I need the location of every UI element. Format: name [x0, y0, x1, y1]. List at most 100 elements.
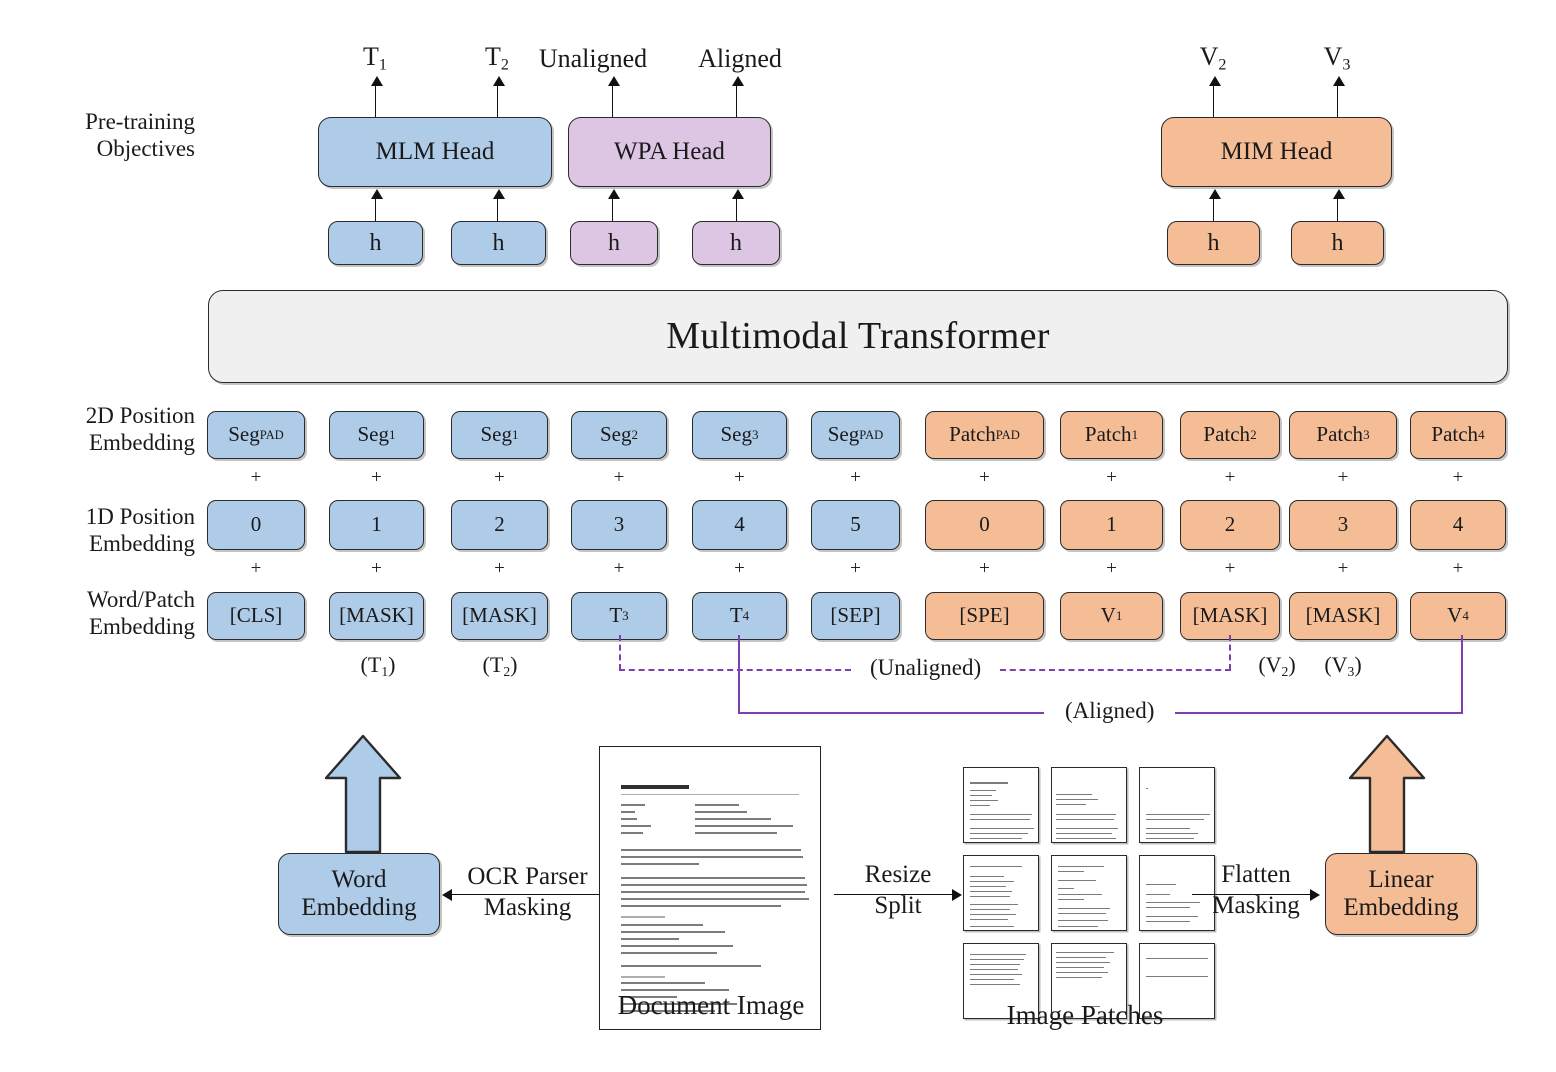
token-wordpatch-col3[interactable]: T3	[571, 592, 667, 640]
token-pos1d-col10[interactable]: 4	[1410, 500, 1506, 550]
multimodal-transformer-box[interactable]: Multimodal Transformer	[208, 290, 1508, 383]
token-pos2d-col9[interactable]: Patch 3	[1289, 411, 1397, 459]
mim-head-box[interactable]: MIM Head	[1161, 117, 1392, 187]
unaligned-connector-right-run	[1000, 669, 1231, 671]
flatten-line2: Masking	[1212, 891, 1300, 919]
arrow-mim-to-v3	[1332, 76, 1345, 118]
mlm-head-label: MLM Head	[375, 138, 495, 165]
image-patch-r0-c1[interactable]	[1051, 767, 1127, 843]
plus-sign-pos1d-col3: +	[613, 558, 625, 579]
token-wordpatch-col1[interactable]: [MASK]	[329, 592, 424, 640]
plus-sign-pos2d-col10: +	[1452, 467, 1464, 488]
output-label-aligned: Aligned	[698, 44, 782, 73]
aligned-connector-label: (Aligned)	[1057, 698, 1163, 724]
token-base: T	[609, 603, 623, 628]
plus-sign-pos1d-col6: +	[979, 558, 990, 579]
token-subscript: 3	[1363, 426, 1370, 442]
word-embedding-line2: Embedding	[301, 894, 417, 921]
token-wordpatch-col7[interactable]: V1	[1060, 592, 1163, 640]
arrow-h1-to-mlm	[370, 189, 383, 222]
output-label-t2-sub: 2	[500, 56, 509, 74]
token-pos1d-col0[interactable]: 0	[207, 500, 305, 550]
token-base: Seg	[827, 422, 860, 447]
token-pos2d-col2[interactable]: Seg 1	[451, 411, 548, 459]
image-patches-caption: Image Patches	[1006, 1000, 1164, 1030]
token-wordpatch-col6[interactable]: [SPE]	[925, 592, 1044, 640]
token-wordpatch-col4[interactable]: T4	[692, 592, 787, 640]
arrow-h4-to-wpa	[731, 189, 744, 222]
plus-sign-pos1d-col10: +	[1452, 558, 1464, 579]
mlm-head-box[interactable]: MLM Head	[318, 117, 552, 187]
unaligned-connector-right-stub	[1229, 635, 1231, 670]
token-pos1d-col4[interactable]: 4	[692, 500, 787, 550]
token-base: 0	[250, 512, 262, 537]
token-pos1d-col2[interactable]: 2	[451, 500, 548, 550]
token-wordpatch-col2[interactable]: [MASK]	[451, 592, 548, 640]
output-label-v2: V2	[1199, 42, 1227, 74]
token-pos2d-col7[interactable]: Patch 1	[1060, 411, 1163, 459]
row-label-wordpatch-line1: Word/Patch	[86, 587, 195, 612]
word-embedding-box[interactable]: Word Embedding	[278, 853, 440, 935]
image-patch-r1-c0[interactable]	[963, 855, 1039, 931]
token-pos1d-col5[interactable]: 5	[811, 500, 900, 550]
linear-embedding-box[interactable]: Linear Embedding	[1325, 853, 1477, 935]
token-base: 1	[1106, 512, 1117, 537]
token-pos2d-col6[interactable]: Patch PAD	[925, 411, 1044, 459]
token-pos1d-col6[interactable]: 0	[925, 500, 1044, 550]
token-pos2d-col4[interactable]: Seg 3	[692, 411, 787, 459]
image-patch-r0-c2[interactable]	[1139, 767, 1215, 843]
token-base: 4	[734, 512, 745, 537]
arrow-wpa-to-unaligned	[607, 76, 620, 118]
arrow-h3-to-wpa	[607, 189, 620, 222]
token-pos1d-col7[interactable]: 1	[1060, 500, 1163, 550]
hidden-state-box-wpa-1[interactable]: h	[570, 221, 658, 265]
wpa-head-label: WPA Head	[614, 138, 725, 165]
resize-line1: Resize	[864, 861, 932, 888]
token-wordpatch-col5[interactable]: [SEP]	[811, 592, 900, 640]
token-pos2d-col8[interactable]: Patch 2	[1180, 411, 1280, 459]
token-base: Patch	[1316, 422, 1364, 447]
plus-sign-pos1d-col2: +	[494, 558, 505, 579]
token-base: Patch	[1431, 422, 1479, 447]
token-wordpatch-col10[interactable]: V4	[1410, 592, 1506, 640]
hidden-state-box-mim-1[interactable]: h	[1167, 221, 1260, 265]
token-subscript: 4	[1462, 607, 1469, 623]
token-pos2d-col10[interactable]: Patch 4	[1410, 411, 1506, 459]
hidden-state-box-mlm-1[interactable]: h	[328, 221, 423, 265]
token-pos1d-col8[interactable]: 2	[1180, 500, 1280, 550]
hidden-state-box-mlm-2[interactable]: h	[451, 221, 546, 265]
wpa-head-box[interactable]: WPA Head	[568, 117, 771, 187]
token-wordpatch-col9[interactable]: [MASK]	[1289, 592, 1397, 640]
hidden-state-label: h	[730, 229, 742, 256]
aligned-connector-left-run	[738, 712, 1044, 714]
token-base: 0	[979, 512, 990, 537]
image-patch-r0-c0[interactable]	[963, 767, 1039, 843]
arrow-mlm-to-t1	[370, 76, 383, 118]
token-wordpatch-col0[interactable]: [CLS]	[207, 592, 305, 640]
document-page-content	[607, 754, 813, 1022]
token-subscript: 3	[622, 607, 629, 623]
token-pos1d-col3[interactable]: 3	[571, 500, 667, 550]
word-embedding-up-arrow	[324, 734, 402, 854]
token-pos2d-col3[interactable]: Seg 2	[571, 411, 667, 459]
token-base: [SEP]	[830, 603, 881, 628]
token-pos2d-col1[interactable]: Seg 1	[329, 411, 424, 459]
token-base: Seg	[720, 422, 752, 447]
token-base: 4	[1452, 512, 1464, 537]
token-wordpatch-col8[interactable]: [MASK]	[1180, 592, 1280, 640]
token-pos1d-col1[interactable]: 1	[329, 500, 424, 550]
output-label-v3-sub: 3	[1342, 56, 1351, 74]
output-label-v2-sub: 2	[1218, 56, 1227, 74]
token-base: 5	[850, 512, 861, 537]
token-pos2d-col0[interactable]: Seg PAD	[207, 411, 305, 459]
hidden-state-label: h	[1207, 229, 1220, 256]
token-pos2d-col5[interactable]: Seg PAD	[811, 411, 900, 459]
token-base: T	[729, 603, 743, 628]
token-pos1d-col9[interactable]: 3	[1289, 500, 1397, 550]
token-subscript: 1	[1131, 426, 1139, 442]
hidden-state-box-wpa-2[interactable]: h	[692, 221, 780, 265]
document-image[interactable]	[599, 746, 821, 1030]
token-base: Seg	[599, 422, 632, 447]
hidden-state-box-mim-2[interactable]: h	[1291, 221, 1384, 265]
image-patch-r1-c1[interactable]	[1051, 855, 1127, 931]
